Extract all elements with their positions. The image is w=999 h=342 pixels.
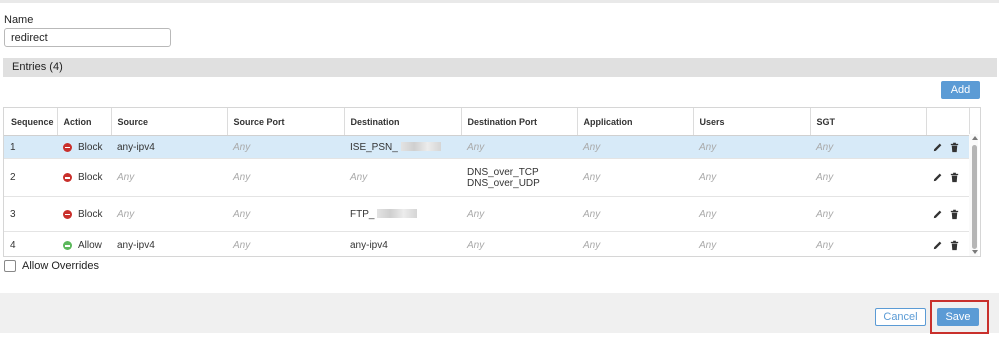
col-header-application[interactable]: Application bbox=[577, 108, 694, 136]
cell-tools bbox=[926, 196, 969, 232]
action-label: Allow bbox=[78, 240, 102, 251]
cell-action: Block bbox=[57, 158, 111, 197]
cell-destination: Any bbox=[344, 158, 461, 197]
col-header-source-port[interactable]: Source Port bbox=[227, 108, 345, 136]
destination-label: ISE_PSN_ bbox=[350, 141, 398, 153]
action-label: Block bbox=[78, 208, 103, 220]
delete-trash-icon[interactable] bbox=[949, 142, 960, 153]
col-header-source[interactable]: Source bbox=[111, 108, 228, 136]
destination-port-label: DNS_over_TCP bbox=[467, 166, 539, 178]
allow-overrides-row[interactable]: Allow Overrides bbox=[4, 260, 99, 272]
destination-port-label-2: DNS_over_UDP bbox=[467, 177, 540, 189]
allow-icon bbox=[63, 241, 72, 250]
delete-trash-icon[interactable] bbox=[949, 172, 960, 183]
cell-destination-port: Any bbox=[461, 196, 577, 232]
add-button[interactable]: Add bbox=[941, 81, 980, 99]
cell-sequence: 1 bbox=[4, 135, 57, 159]
cell-users: Any bbox=[693, 135, 810, 159]
cell-users: Any bbox=[693, 196, 810, 232]
cell-sgt: Any bbox=[810, 135, 926, 159]
block-icon bbox=[63, 209, 72, 219]
action-label: Block bbox=[78, 172, 103, 183]
delete-trash-icon[interactable] bbox=[949, 240, 960, 251]
cell-application: Any bbox=[577, 196, 693, 232]
destination-port-label: Any bbox=[467, 141, 485, 153]
destination-label: FTP_ bbox=[350, 208, 375, 220]
col-header-sgt[interactable]: SGT bbox=[810, 108, 927, 136]
cell-source-port: Any bbox=[227, 231, 344, 256]
cell-source: Any bbox=[111, 196, 227, 232]
entries-header: Entries (4) bbox=[3, 58, 997, 77]
top-divider bbox=[0, 0, 999, 3]
name-input[interactable] bbox=[4, 28, 171, 47]
scroll-up-arrow-icon[interactable] bbox=[972, 136, 978, 140]
name-label: Name bbox=[4, 14, 34, 26]
col-header-users[interactable]: Users bbox=[693, 108, 811, 136]
cell-source-port: Any bbox=[227, 196, 344, 232]
cell-source: Any bbox=[111, 158, 227, 197]
destination-label: Any bbox=[350, 172, 368, 183]
cell-tools bbox=[926, 135, 969, 159]
col-header-destination-port[interactable]: Destination Port bbox=[461, 108, 578, 136]
table-row[interactable]: 4 Allow any-ipv4 Any any-ipv4 Any Any Any Any bbox=[4, 231, 969, 256]
cell-users: Any bbox=[693, 158, 810, 197]
col-header-action[interactable]: Action bbox=[57, 108, 112, 136]
allow-overrides-label: Allow Overrides bbox=[22, 260, 100, 272]
table-row[interactable]: 1 Block any-ipv4 Any ISE_PSN_ Any Any Any Any bbox=[4, 135, 969, 159]
cell-sequence: 4 bbox=[4, 231, 57, 256]
table-row[interactable]: 2 Block Any Any Any DNS_over_TCP DNS_over_UDP A… bbox=[4, 158, 969, 197]
cell-sequence: 2 bbox=[4, 158, 57, 197]
entries-table: Sequence Action Source Source Port Desti… bbox=[3, 107, 981, 257]
cell-destination: ISE_PSN_ bbox=[344, 135, 461, 159]
cell-application: Any bbox=[577, 231, 693, 256]
table-scrollbar-thumb[interactable] bbox=[972, 145, 977, 249]
cell-destination-port: DNS_over_TCP DNS_over_UDP bbox=[461, 158, 577, 197]
edit-pencil-icon[interactable] bbox=[932, 172, 943, 183]
cell-destination: FTP_ bbox=[344, 196, 461, 232]
cell-tools bbox=[926, 231, 969, 256]
scroll-down-arrow-icon[interactable] bbox=[972, 250, 978, 254]
cell-source-port: Any bbox=[227, 158, 344, 197]
table-header-row: Sequence Action Source Source Port Desti… bbox=[4, 108, 970, 136]
destination-port-label: Any bbox=[467, 208, 485, 220]
col-header-sequence[interactable]: Sequence bbox=[4, 108, 58, 136]
cell-sgt: Any bbox=[810, 158, 926, 197]
cell-destination-port: Any bbox=[461, 231, 577, 256]
cell-source-port: Any bbox=[227, 135, 344, 159]
cell-sequence: 3 bbox=[4, 196, 57, 232]
cell-sgt: Any bbox=[810, 231, 926, 256]
edit-pencil-icon[interactable] bbox=[932, 209, 943, 220]
cell-source: any-ipv4 bbox=[111, 231, 227, 256]
dialog-footer bbox=[0, 293, 999, 333]
cancel-button[interactable]: Cancel bbox=[875, 308, 926, 326]
cell-users: Any bbox=[693, 231, 810, 256]
save-button[interactable]: Save bbox=[937, 308, 979, 326]
cell-action: Block bbox=[57, 196, 111, 232]
cell-action: Block bbox=[57, 135, 111, 159]
cell-destination: any-ipv4 bbox=[344, 231, 461, 256]
cell-action: Allow bbox=[57, 231, 111, 256]
table-row[interactable]: 3 Block Any Any FTP_ Any Any Any Any bbox=[4, 196, 969, 232]
action-label: Block bbox=[78, 141, 103, 153]
col-header-destination[interactable]: Destination bbox=[344, 108, 462, 136]
delete-trash-icon[interactable] bbox=[949, 209, 960, 220]
block-icon bbox=[63, 173, 72, 182]
cell-destination-port: Any bbox=[461, 135, 577, 159]
edit-pencil-icon[interactable] bbox=[932, 142, 943, 153]
edit-pencil-icon[interactable] bbox=[932, 240, 943, 251]
destination-port-label: Any bbox=[467, 240, 485, 251]
block-icon bbox=[63, 142, 72, 152]
cell-source: any-ipv4 bbox=[111, 135, 227, 159]
cell-application: Any bbox=[577, 158, 693, 197]
destination-label: any-ipv4 bbox=[350, 240, 388, 251]
redacted-text bbox=[377, 209, 418, 219]
cell-tools bbox=[926, 158, 969, 197]
col-header-tools bbox=[926, 108, 970, 136]
cell-application: Any bbox=[577, 135, 693, 159]
allow-overrides-checkbox[interactable] bbox=[4, 260, 16, 272]
redacted-text bbox=[400, 142, 441, 152]
cell-sgt: Any bbox=[810, 196, 926, 232]
